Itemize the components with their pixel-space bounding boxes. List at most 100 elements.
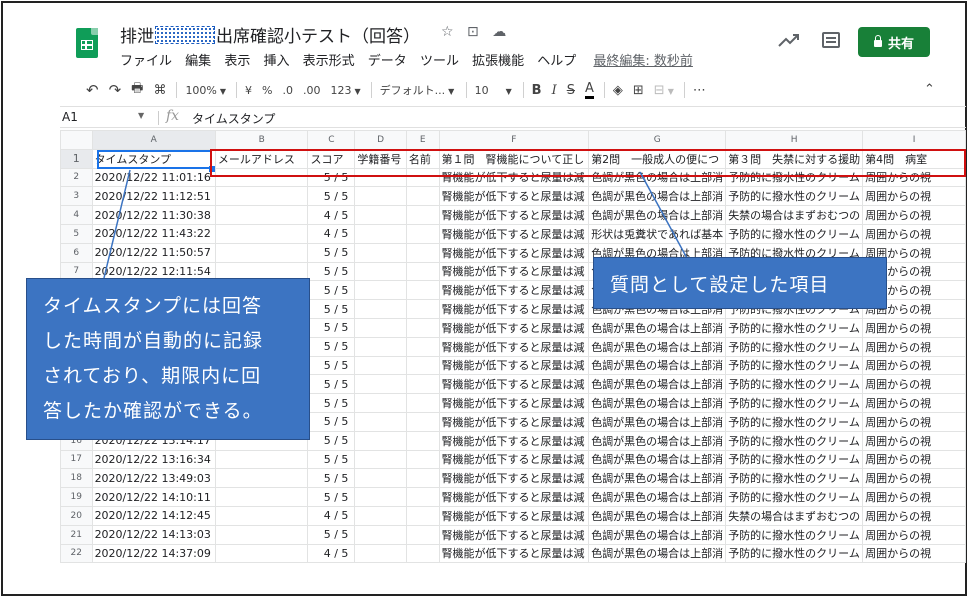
answer-q2-cell[interactable]: 形状は兎糞状であれば基本 [588,223,727,244]
timestamp-cell[interactable]: 2020/12/22 11:01:16 [91,167,216,188]
column-header-i[interactable]: I [862,130,966,150]
student-id-cell[interactable] [354,223,407,244]
column-header-e[interactable]: E [405,130,440,150]
name-cell[interactable] [405,336,440,357]
student-id-cell[interactable] [354,524,407,545]
name-box[interactable]: A1 ▼ [62,110,144,124]
answer-q1-cell[interactable]: 腎機能が低下すると尿量は減 [438,468,590,489]
font-select[interactable]: デフォルト... ▼ [380,82,456,98]
menu-view[interactable]: 表示 [224,50,250,69]
answer-q3-cell[interactable]: 失禁の場合はまずおむつの [725,505,864,526]
print-icon[interactable]: 🖶 [131,79,143,101]
student-id-cell[interactable] [354,543,407,564]
answer-q3-cell[interactable]: 予防的に撥水性のクリーム [725,223,864,244]
answer-q1-cell[interactable]: 腎機能が低下すると尿量は減 [438,280,590,301]
name-cell[interactable] [405,449,440,470]
answer-q3-cell[interactable]: 予防的に撥水性のクリーム [725,411,864,432]
student-id-cell[interactable] [354,299,407,319]
menu-insert[interactable]: 挿入 [263,50,289,69]
answer-q1-cell[interactable]: 腎機能が低下すると尿量は減 [438,374,590,395]
answer-q2-cell[interactable]: 色調が黒色の場合は上部消 [588,543,727,564]
score-cell[interactable]: 5 / 5 [307,317,356,338]
answer-q1-cell[interactable]: 腎機能が低下すると尿量は減 [438,355,590,376]
row-number[interactable]: 20 [60,505,93,526]
star-icon[interactable]: ☆ [441,24,454,40]
answer-q3-cell[interactable]: 予防的に撥水性のクリーム [725,487,864,507]
answer-q4-cell[interactable]: 周囲からの視 [862,505,966,526]
borders-icon[interactable]: ⊞ [633,83,644,98]
score-cell[interactable]: 5 / 5 [307,336,356,357]
paint-format-icon[interactable]: ⌘ [153,83,166,98]
answer-q1-cell[interactable]: 腎機能が低下すると尿量は減 [438,505,590,526]
answer-q3-cell[interactable]: 予防的に撥水性のクリーム [725,186,864,207]
answer-q3-cell[interactable]: 失禁の場合はまずおむつの [725,205,864,225]
student-id-cell[interactable] [354,336,407,357]
email-cell[interactable] [214,223,309,244]
student-id-cell[interactable] [354,468,407,489]
more-icon[interactable]: ⋯ [693,83,706,98]
timestamp-cell[interactable]: 2020/12/22 14:37:09 [91,543,216,564]
score-cell[interactable]: 5 / 5 [307,393,356,413]
score-cell[interactable]: 5 / 5 [307,374,356,395]
answer-q1-cell[interactable]: 腎機能が低下すると尿量は減 [438,524,590,545]
email-cell[interactable] [214,524,309,545]
name-cell[interactable] [405,430,440,451]
cloud-status-icon[interactable]: ☁ [492,24,506,40]
name-cell[interactable] [405,355,440,376]
last-edit-link[interactable]: 最終編集: 数秒前 [593,50,693,69]
email-cell[interactable] [214,186,309,207]
answer-q2-cell[interactable]: 色調が黒色の場合は上部消 [588,487,727,507]
score-cell[interactable]: 4 / 5 [307,223,356,244]
name-cell[interactable] [405,261,440,282]
name-cell[interactable] [405,487,440,507]
answer-q4-cell[interactable]: 周囲からの視 [862,317,966,338]
answer-q2-cell[interactable]: 色調が黒色の場合は上部消 [588,317,727,338]
answer-q2-cell[interactable]: 色調が黒色の場合は上部消 [588,336,727,357]
comment-icon[interactable] [822,32,840,48]
answer-q1-cell[interactable]: 腎機能が低下すると尿量は減 [438,430,590,451]
row-number[interactable]: 22 [60,543,93,564]
menu-data[interactable]: データ [368,50,407,69]
answer-q2-cell[interactable]: 色調が黒色の場合は上部消 [588,449,727,470]
column-header-b[interactable]: B [214,130,309,150]
email-cell[interactable] [214,242,309,263]
collapse-toolbar-icon[interactable]: ⌃ [924,82,935,97]
answer-q1-cell[interactable]: 腎機能が低下すると尿量は減 [438,242,590,263]
row-number[interactable]: 5 [60,223,93,244]
email-cell[interactable] [214,487,309,507]
answer-q3-cell[interactable]: 予防的に撥水性のクリーム [725,355,864,376]
timestamp-cell[interactable]: 2020/12/22 11:30:38 [91,205,216,225]
column-header-a[interactable]: A [91,130,216,150]
menu-help[interactable]: ヘルプ [537,50,576,69]
score-cell[interactable]: 5 / 5 [307,411,356,432]
answer-q1-cell[interactable]: 腎機能が低下すると尿量は減 [438,205,590,225]
name-cell[interactable] [405,317,440,338]
score-cell[interactable]: 5 / 5 [307,186,356,207]
score-cell[interactable]: 5 / 5 [307,280,356,301]
answer-q4-cell[interactable]: 周囲からの視 [862,393,966,413]
student-id-cell[interactable] [354,317,407,338]
name-cell[interactable] [405,374,440,395]
email-cell[interactable] [214,449,309,470]
move-to-folder-icon[interactable]: ⊡ [467,24,479,40]
student-id-cell[interactable] [354,393,407,413]
timestamp-cell[interactable]: 2020/12/22 14:10:11 [91,487,216,507]
timestamp-cell[interactable]: 2020/12/22 13:16:34 [91,449,216,470]
answer-q4-cell[interactable]: 周囲からの視 [862,524,966,545]
student-id-cell[interactable] [354,280,407,301]
text-color-button[interactable]: A [584,81,594,99]
student-id-cell[interactable] [354,186,407,207]
score-cell[interactable]: 5 / 5 [307,468,356,489]
score-cell[interactable]: 5 / 5 [307,299,356,319]
percent-button[interactable]: % [262,84,272,97]
row-number[interactable]: 1 [60,148,93,169]
menu-extensions[interactable]: 拡張機能 [472,50,524,69]
student-id-cell[interactable] [354,261,407,282]
score-cell[interactable]: 5 / 5 [307,355,356,376]
answer-q4-cell[interactable]: 周囲からの視 [862,468,966,489]
row-number[interactable]: 18 [60,468,93,489]
score-cell[interactable]: 5 / 5 [307,261,356,282]
undo-icon[interactable]: ↶ [86,81,99,99]
answer-q3-cell[interactable]: 予防的に撥水性のクリーム [725,449,864,470]
select-all-corner[interactable] [60,130,93,150]
